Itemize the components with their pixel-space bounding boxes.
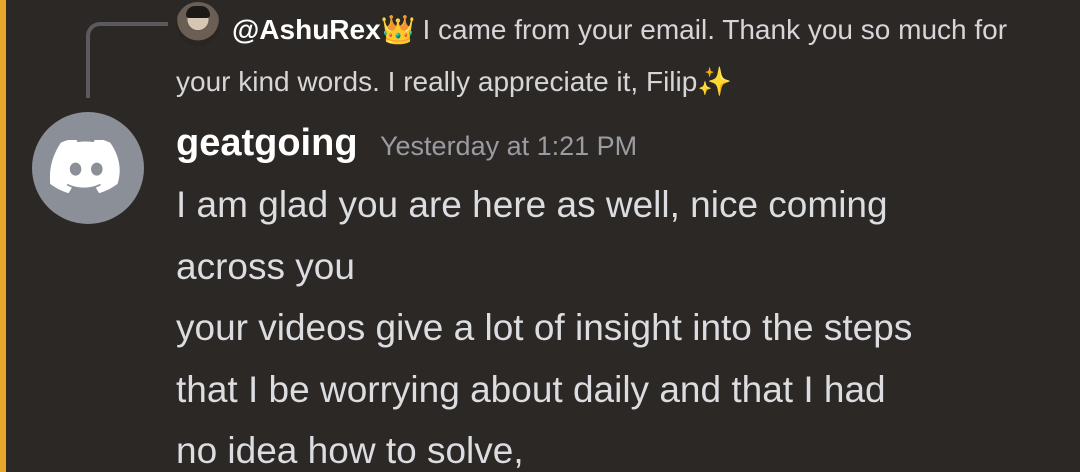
message-line: your videos give a lot of insight into t… — [176, 307, 913, 348]
reply-connector-line — [86, 22, 168, 98]
reply-preview[interactable]: @AshuRex👑 I came from your email. Thank … — [176, 4, 1036, 108]
message-line: I am glad you are here as well, nice com… — [176, 184, 888, 225]
message-line: that I be worrying about daily and that … — [176, 368, 886, 410]
message-line: across you — [176, 245, 355, 287]
message-line: no idea how to solve, — [176, 430, 524, 471]
message-timestamp[interactable]: Yesterday at 1:21 PM — [380, 131, 637, 161]
chat-view: @AshuRex👑 I came from your email. Thank … — [0, 0, 1080, 472]
discord-logo-icon — [50, 140, 120, 194]
message-header: geatgoing Yesterday at 1:21 PM — [176, 122, 637, 172]
message-username[interactable]: geatgoing — [176, 122, 358, 164]
unread-indicator-bar — [0, 0, 6, 472]
sparkles-emoji-icon: ✨ — [697, 66, 733, 97]
discord-avatar[interactable] — [32, 112, 144, 224]
message-content[interactable]: I am glad you are here as well, nice com… — [176, 174, 1056, 472]
reply-username[interactable]: @AshuRex — [232, 14, 381, 45]
crown-emoji-icon: 👑 — [380, 14, 416, 45]
